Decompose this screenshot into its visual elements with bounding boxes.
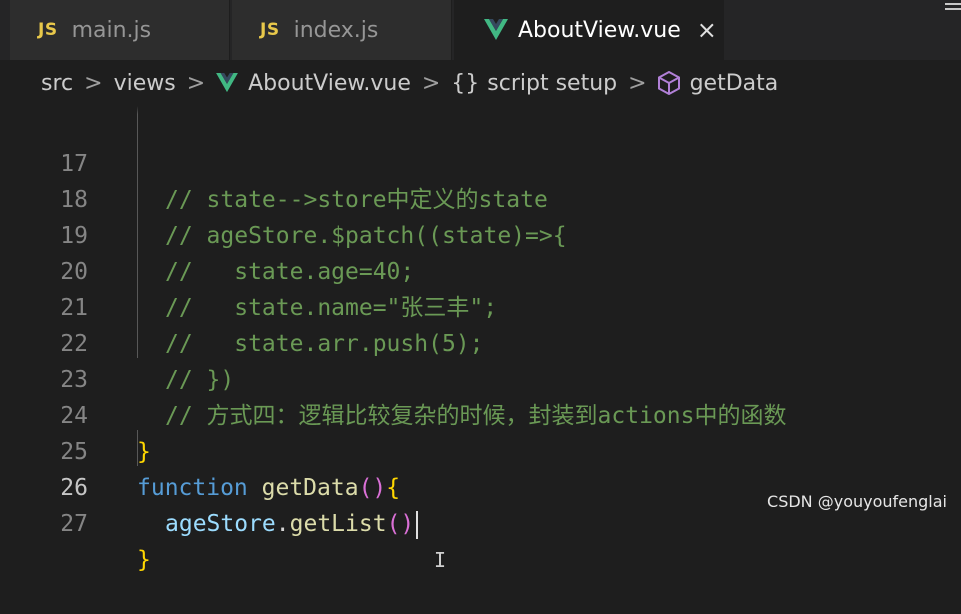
breadcrumb-symbol-label: getData bbox=[689, 70, 779, 96]
code-line: 19 // state.age=40; bbox=[0, 182, 961, 285]
breadcrumb-script-setup[interactable]: {} script setup bbox=[451, 71, 617, 96]
vue-icon bbox=[216, 73, 239, 93]
ibeam-cursor-icon: I bbox=[434, 548, 447, 572]
code-line: 25 function getData(){ bbox=[0, 398, 961, 501]
breadcrumb-views[interactable]: views bbox=[114, 71, 176, 96]
code-variable: ageStore bbox=[165, 511, 276, 537]
tab-label: index.js bbox=[293, 17, 379, 43]
braces-icon: {} bbox=[451, 70, 480, 96]
scroll-shadow bbox=[0, 106, 961, 114]
chevron-right-icon: > bbox=[84, 70, 103, 96]
line-number: 27 bbox=[60, 511, 88, 537]
watermark: CSDN @youyoufenglai bbox=[767, 492, 947, 511]
more-actions-icon[interactable] bbox=[945, 0, 961, 14]
breadcrumb-symbol[interactable]: getData bbox=[657, 70, 779, 96]
code-line: 17 // state-->store中定义的state bbox=[0, 110, 961, 213]
tab-main-js[interactable]: JS main.js bbox=[10, 0, 230, 60]
breadcrumb-script-label: script setup bbox=[487, 70, 618, 96]
tab-label: AboutView.vue bbox=[518, 17, 681, 43]
code-parens: () bbox=[386, 511, 415, 537]
chevron-right-icon: > bbox=[628, 70, 647, 96]
text-cursor bbox=[416, 510, 419, 539]
breadcrumb-file[interactable]: AboutView.vue bbox=[216, 71, 411, 96]
editor-tab-bar: JS main.js JS index.js AboutView.vue × bbox=[0, 0, 961, 60]
code-dot: . bbox=[275, 511, 290, 537]
breadcrumb-file-label: AboutView.vue bbox=[248, 70, 411, 96]
code-line: 21 // state.arr.push(5); bbox=[0, 254, 961, 357]
chevron-right-icon: > bbox=[421, 70, 441, 96]
tab-index-js[interactable]: JS index.js bbox=[232, 0, 452, 60]
javascript-icon: JS bbox=[260, 20, 280, 40]
breadcrumb-src[interactable]: src bbox=[41, 71, 73, 96]
breadcrumb: src > views > AboutView.vue > {} script … bbox=[0, 60, 961, 106]
code-line: 20 // state.name="张三丰"; bbox=[0, 218, 961, 321]
close-icon[interactable]: × bbox=[697, 16, 717, 44]
code-line: 23 // 方式四：逻辑比较复杂的时候，封装到actions中的函数 bbox=[0, 326, 961, 429]
code-line: 22 // }) bbox=[0, 290, 961, 393]
vue-icon bbox=[484, 19, 508, 41]
chevron-right-icon: > bbox=[186, 70, 206, 96]
tab-label: main.js bbox=[71, 17, 152, 43]
code-line: 18 // ageStore.$patch((state)=>{ bbox=[0, 146, 961, 249]
method-cube-icon bbox=[657, 71, 680, 95]
code-line: 24 } bbox=[0, 362, 961, 465]
tab-aboutview-vue[interactable]: AboutView.vue × bbox=[454, 0, 724, 60]
code-method-call: getList bbox=[289, 511, 387, 537]
javascript-icon: JS bbox=[38, 20, 58, 40]
closing-brace: } bbox=[137, 547, 151, 573]
code-editor[interactable]: 17 // state-->store中定义的state 18 // ageSt… bbox=[0, 106, 961, 573]
code-line-current: 26 ageStore.getList() I bbox=[0, 434, 961, 572]
